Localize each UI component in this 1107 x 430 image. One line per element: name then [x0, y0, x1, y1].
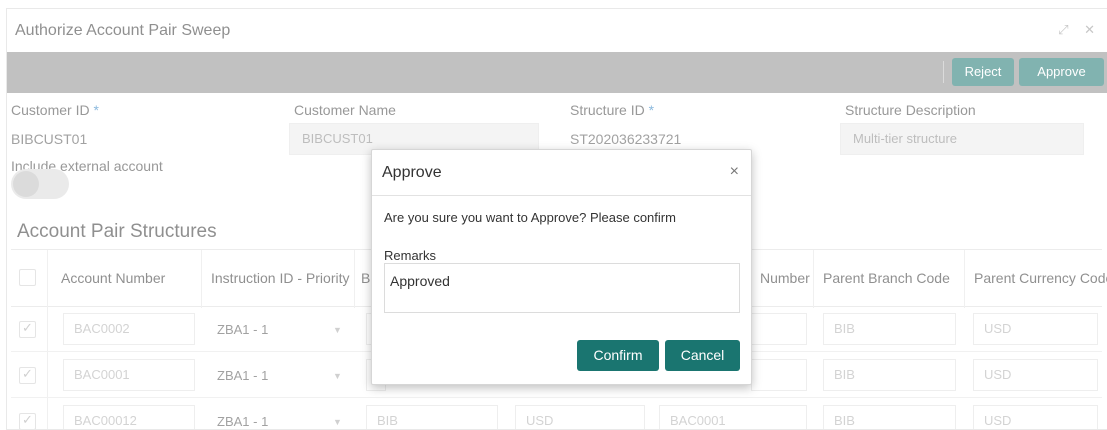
confirm-button[interactable]: Confirm [577, 340, 659, 371]
close-icon[interactable]: × [730, 163, 739, 181]
dialog-message: Are you sure you want to Approve? Please… [384, 210, 676, 225]
cancel-button[interactable]: Cancel [665, 340, 740, 371]
dialog-header: Approve × [372, 150, 751, 196]
approve-dialog: Approve × Are you sure you want to Appro… [371, 149, 752, 385]
dialog-title: Approve [382, 164, 442, 181]
remarks-input[interactable]: Approved [384, 263, 740, 313]
remarks-label: Remarks [384, 248, 437, 263]
